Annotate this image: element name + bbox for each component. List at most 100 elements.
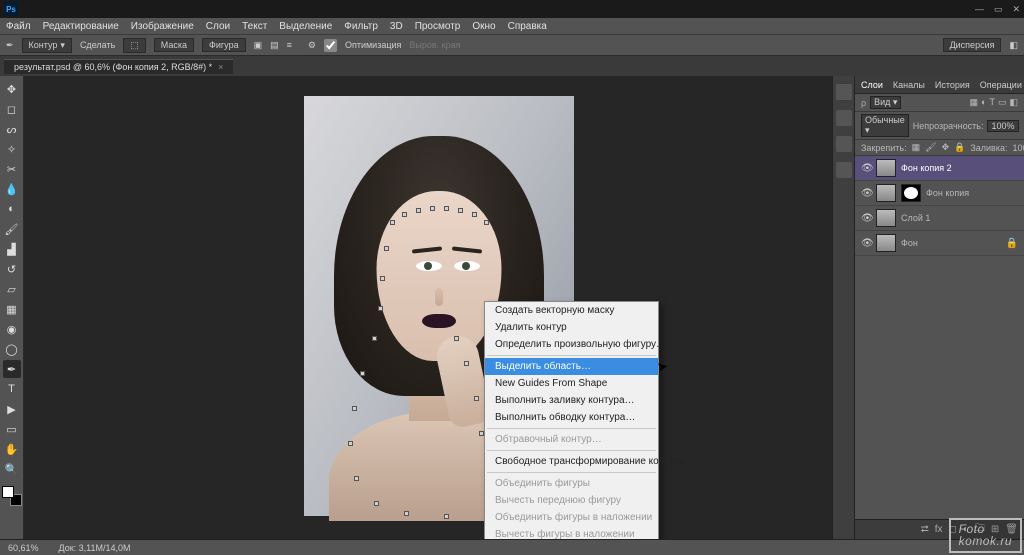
dodge-tool[interactable]: ◯ bbox=[3, 340, 21, 358]
path-arrange-icon[interactable]: ≡ bbox=[287, 40, 292, 50]
healing-tool[interactable]: ◐ bbox=[3, 200, 21, 218]
context-menu-item: Объединить фигуры bbox=[485, 475, 658, 492]
color-swatches[interactable] bbox=[2, 486, 22, 506]
visibility-toggle[interactable]: 👁 bbox=[861, 163, 871, 174]
brush-tool[interactable]: 🖌 bbox=[3, 220, 21, 238]
zoom-tool[interactable]: 🔍 bbox=[3, 460, 21, 478]
layer-name: Слой 1 bbox=[901, 213, 930, 223]
context-menu-item[interactable]: Выполнить заливку контура… bbox=[485, 392, 658, 409]
collapse-icon[interactable]: ◧ bbox=[1009, 40, 1018, 51]
menu-help[interactable]: Справка bbox=[508, 21, 547, 32]
fill-label: Заливка: bbox=[970, 143, 1007, 153]
document-tab[interactable]: результат.psd @ 60,6% (Фон копия 2, RGB/… bbox=[4, 59, 233, 74]
filter-smart-icon[interactable]: ◧ bbox=[1009, 97, 1018, 108]
menu-filter[interactable]: Фильтр bbox=[344, 21, 378, 32]
collapsed-panel-dock bbox=[832, 76, 854, 539]
layer-row[interactable]: 👁Фон🔒 bbox=[855, 231, 1024, 256]
shape-button[interactable]: Фигура bbox=[202, 38, 246, 52]
document-tabbar: результат.psd @ 60,6% (Фон копия 2, RGB/… bbox=[0, 56, 1024, 76]
selection-button[interactable]: ⬚ bbox=[123, 38, 146, 53]
fx-icon[interactable]: fx bbox=[935, 524, 943, 535]
trim-checkbox[interactable] bbox=[324, 39, 337, 52]
mask-button[interactable]: Маска bbox=[154, 38, 194, 52]
filter-kind-dropdown[interactable]: Вид ▾ bbox=[870, 96, 901, 109]
window-controls: — ▭ ✕ bbox=[975, 4, 1020, 15]
filter-shape-icon[interactable]: ▭ bbox=[998, 97, 1007, 108]
tab-history[interactable]: История bbox=[935, 80, 970, 90]
panel-icon-1[interactable] bbox=[836, 84, 852, 100]
lock-pos-icon[interactable]: ✥ bbox=[942, 142, 950, 153]
filter-adjust-icon[interactable]: ◐ bbox=[981, 97, 986, 108]
tab-actions[interactable]: Операции bbox=[980, 80, 1022, 90]
rectangle-tool[interactable]: ▭ bbox=[3, 420, 21, 438]
menu-3d[interactable]: 3D bbox=[390, 21, 403, 32]
maximize-button[interactable]: ▭ bbox=[994, 4, 1003, 15]
pen-tool[interactable]: ✒ bbox=[3, 360, 21, 378]
visibility-toggle[interactable]: 👁 bbox=[861, 238, 871, 249]
path-mode-dropdown[interactable]: Контур▾ bbox=[22, 38, 72, 53]
menu-layer[interactable]: Слои bbox=[206, 21, 230, 32]
menu-text[interactable]: Текст bbox=[242, 21, 267, 32]
minimize-button[interactable]: — bbox=[975, 4, 984, 15]
menu-window[interactable]: Окно bbox=[472, 21, 495, 32]
gradient-tool[interactable]: ▦ bbox=[3, 300, 21, 318]
opacity-input[interactable]: 100% bbox=[987, 120, 1018, 132]
visibility-toggle[interactable]: 👁 bbox=[861, 213, 871, 224]
filter-text-icon[interactable]: T bbox=[989, 97, 995, 108]
tab-layers[interactable]: Слои bbox=[861, 80, 883, 90]
panel-icon-2[interactable] bbox=[836, 110, 852, 126]
blend-mode-dropdown[interactable]: Обычные ▾ bbox=[861, 114, 909, 137]
context-menu-item[interactable]: New Guides From Shape bbox=[485, 375, 658, 392]
type-tool[interactable]: T bbox=[3, 380, 21, 398]
link-icon[interactable]: ⮂ bbox=[921, 524, 929, 535]
options-bar: ✒ Контур▾ Сделать ⬚ Маска Фигура ▣ ▤ ≡ ⚙… bbox=[0, 34, 1024, 56]
marquee-tool[interactable]: ◻ bbox=[3, 100, 21, 118]
close-button[interactable]: ✕ bbox=[1012, 4, 1020, 15]
layer-row[interactable]: 👁 Слой 1 bbox=[855, 206, 1024, 231]
hand-tool[interactable]: ✋ bbox=[3, 440, 21, 458]
context-menu-item[interactable]: Выделить область… bbox=[485, 358, 658, 375]
opacity-label: Непрозрачность: bbox=[913, 121, 984, 131]
stamp-tool[interactable]: ▟ bbox=[3, 240, 21, 258]
document-tab-title: результат.psd @ 60,6% (Фон копия 2, RGB/… bbox=[14, 62, 212, 72]
lock-all-icon[interactable]: 🔒 bbox=[954, 142, 965, 153]
context-menu-item[interactable]: Определить произвольную фигуру… bbox=[485, 336, 658, 353]
fill-input[interactable]: 100% bbox=[1012, 143, 1024, 153]
menu-edit[interactable]: Редактирование bbox=[43, 21, 119, 32]
tab-close-icon[interactable]: × bbox=[218, 62, 223, 72]
context-menu-item[interactable]: Создать векторную маску bbox=[485, 302, 658, 319]
path-ops-icon[interactable]: ▣ bbox=[254, 40, 263, 51]
blur-tool[interactable]: ◉ bbox=[3, 320, 21, 338]
path-select-tool[interactable]: ▶ bbox=[3, 400, 21, 418]
pen-icon: ✒ bbox=[6, 40, 14, 51]
layer-row[interactable]: 👁Фон копия 2 bbox=[855, 156, 1024, 181]
foreground-swatch[interactable] bbox=[2, 486, 14, 498]
history-brush-tool[interactable]: ↺ bbox=[3, 260, 21, 278]
dispersion-button[interactable]: Дисперсия bbox=[943, 38, 1002, 52]
move-tool[interactable]: ✥ bbox=[3, 80, 21, 98]
lock-trans-icon[interactable]: ▦ bbox=[912, 142, 921, 153]
context-menu-item[interactable]: Удалить контур bbox=[485, 319, 658, 336]
eraser-tool[interactable]: ▱ bbox=[3, 280, 21, 298]
filter-pixel-icon[interactable]: ▦ bbox=[970, 97, 979, 108]
menu-view[interactable]: Просмотр bbox=[415, 21, 461, 32]
lock-paint-icon[interactable]: 🖌 bbox=[925, 142, 936, 153]
lasso-tool[interactable]: ᔕ bbox=[3, 120, 21, 138]
menu-image[interactable]: Изображение bbox=[131, 21, 194, 32]
panel-icon-3[interactable] bbox=[836, 136, 852, 152]
panel-icon-4[interactable] bbox=[836, 162, 852, 178]
tab-channels[interactable]: Каналы bbox=[893, 80, 925, 90]
magic-wand-tool[interactable]: ✧ bbox=[3, 140, 21, 158]
menu-select[interactable]: Выделение bbox=[279, 21, 332, 32]
canvas[interactable]: Создать векторную маскуУдалить контурОпр… bbox=[24, 76, 832, 539]
visibility-toggle[interactable]: 👁 bbox=[861, 188, 871, 199]
layer-row[interactable]: 👁Фон копия bbox=[855, 181, 1024, 206]
eyedropper-tool[interactable]: 💧 bbox=[3, 180, 21, 198]
menu-file[interactable]: Файл bbox=[6, 21, 31, 32]
gear-icon[interactable]: ⚙ bbox=[308, 40, 316, 51]
path-align-icon[interactable]: ▤ bbox=[270, 40, 279, 51]
context-menu-item[interactable]: Свободное трансформирование контура bbox=[485, 453, 658, 470]
zoom-value[interactable]: 60,61% bbox=[8, 543, 39, 553]
crop-tool[interactable]: ✂ bbox=[3, 160, 21, 178]
context-menu-item[interactable]: Выполнить обводку контура… bbox=[485, 409, 658, 426]
